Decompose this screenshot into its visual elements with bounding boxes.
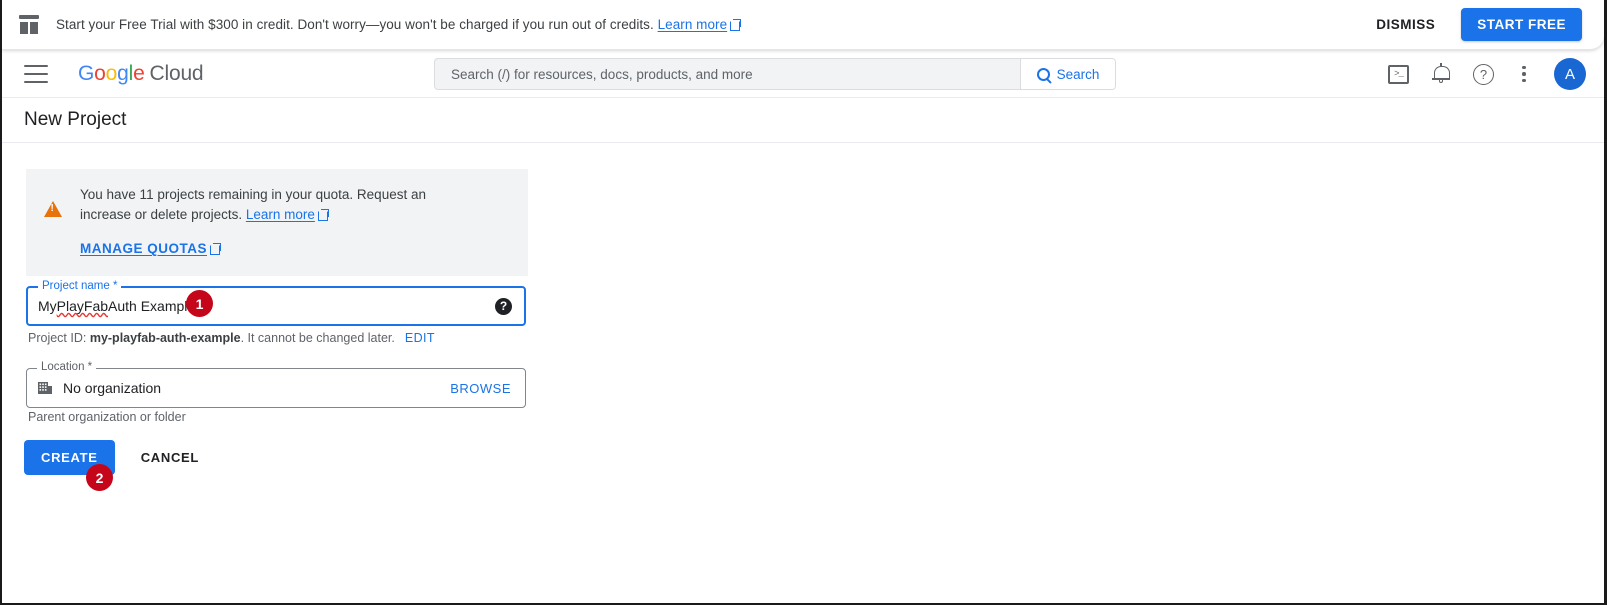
location-hint: Parent organization or folder — [28, 410, 186, 424]
banner-message: Start your Free Trial with $300 in credi… — [56, 17, 740, 32]
project-id-suffix: . It cannot be changed later. — [241, 331, 395, 345]
location-label: Location * — [37, 361, 96, 373]
search-input[interactable] — [435, 59, 1020, 89]
organization-icon — [37, 380, 53, 396]
global-search-container: Search — [434, 58, 1116, 90]
kebab-icon[interactable] — [1514, 62, 1534, 86]
start-free-button[interactable]: START FREE — [1461, 8, 1582, 41]
page-header: New Project — [2, 98, 1604, 143]
manage-quotas-label: MANAGE QUOTAS — [80, 241, 207, 256]
project-id-prefix: Project ID: — [28, 331, 90, 345]
search-icon — [1037, 68, 1050, 81]
warning-icon — [44, 201, 62, 217]
project-id-hint: Project ID: my-playfab-auth-example. It … — [28, 331, 435, 345]
browse-location-button[interactable]: BROWSE — [450, 381, 511, 396]
page-title: New Project — [24, 109, 126, 131]
quota-notice-body: You have 11 projects remaining in your q… — [80, 185, 480, 258]
cancel-button[interactable]: CANCEL — [127, 440, 213, 475]
cloud-shell-icon[interactable]: >_ — [1388, 65, 1409, 84]
bell-icon[interactable] — [1429, 62, 1453, 86]
banner-learn-more-link[interactable]: Learn more — [658, 17, 741, 32]
banner-message-text: Start your Free Trial with $300 in credi… — [56, 17, 654, 32]
logo-cloud-label: Cloud — [150, 62, 204, 85]
quota-notice: You have 11 projects remaining in your q… — [26, 169, 528, 276]
gift-icon — [18, 14, 40, 36]
form-actions: CREATE CANCEL — [24, 440, 213, 475]
project-name-field[interactable]: Project name * My PlayFab Auth Example ? — [26, 286, 526, 326]
edit-project-id-button[interactable]: EDIT — [405, 331, 435, 345]
banner-actions: DISMISS START FREE — [1366, 8, 1604, 41]
app-window: Start your Free Trial with $300 in credi… — [0, 0, 1607, 605]
annotation-marker-1: 1 — [186, 290, 213, 317]
quota-learn-more-link[interactable]: Learn more — [246, 207, 328, 222]
external-link-icon — [210, 244, 220, 254]
google-cloud-logo[interactable]: GoogleCloud — [78, 62, 203, 86]
project-name-value-misspelled: PlayFab — [57, 298, 108, 314]
nav-right-actions: >_ ? A — [1388, 50, 1586, 98]
free-trial-banner: Start your Free Trial with $300 in credi… — [2, 0, 1604, 50]
project-name-input[interactable]: My PlayFab Auth Example — [28, 298, 495, 314]
dismiss-button[interactable]: DISMISS — [1366, 9, 1445, 40]
avatar[interactable]: A — [1554, 58, 1586, 90]
project-id-value: my-playfab-auth-example — [90, 331, 241, 345]
annotation-marker-2: 2 — [86, 464, 113, 491]
location-field[interactable]: Location * No organization BROWSE — [26, 368, 526, 408]
external-link-icon — [730, 20, 740, 30]
project-name-value-p2: Auth Example — [108, 298, 195, 314]
hamburger-menu-icon[interactable] — [24, 65, 48, 83]
banner-learn-more-label: Learn more — [658, 17, 728, 32]
help-circle-icon[interactable]: ? — [1473, 64, 1494, 85]
help-filled-icon[interactable]: ? — [495, 298, 512, 315]
search-button[interactable]: Search — [1020, 59, 1115, 89]
external-link-icon — [318, 210, 328, 220]
project-name-label: Project name * — [38, 280, 121, 292]
search-button-label: Search — [1057, 67, 1100, 82]
manage-quotas-link[interactable]: MANAGE QUOTAS — [80, 241, 220, 256]
quota-notice-text: You have 11 projects remaining in your q… — [80, 185, 480, 225]
top-navigation-bar: GoogleCloud Search >_ ? A — [2, 50, 1604, 98]
quota-learn-more-label: Learn more — [246, 207, 315, 222]
location-value: No organization — [63, 380, 161, 396]
project-name-value-p1: My — [38, 298, 57, 314]
